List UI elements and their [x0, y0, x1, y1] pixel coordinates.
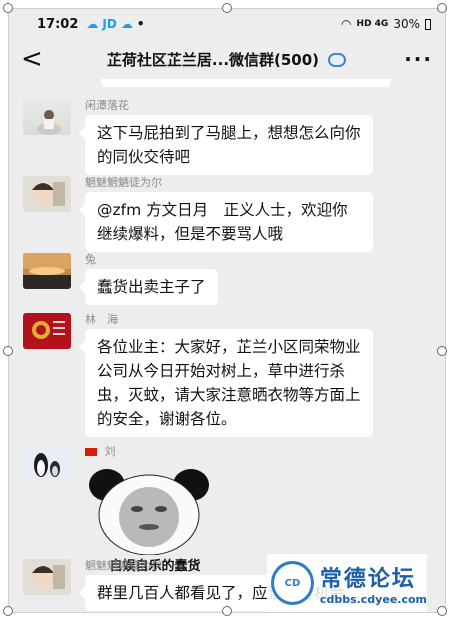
- avatar[interactable]: [23, 313, 71, 349]
- avatar[interactable]: [23, 176, 71, 212]
- avatar-image: [23, 253, 71, 289]
- previous-bubble-fragment: [101, 79, 391, 87]
- signal-label: HD 4G: [356, 19, 389, 29]
- status-time: 17:02: [37, 16, 79, 32]
- qq-icon: ☁: [86, 17, 99, 31]
- handle-top-center[interactable]: [222, 3, 232, 13]
- status-dot: •: [136, 17, 145, 31]
- chat-title-text: 芷荷社区芷兰居...微信群(500): [106, 50, 320, 69]
- flag-icon: [85, 448, 97, 456]
- battery-icon: [425, 18, 431, 30]
- avatar[interactable]: [23, 559, 71, 595]
- handle-bottom-center[interactable]: [222, 606, 232, 616]
- sender-name: 兔: [85, 253, 96, 266]
- watermark-url: cdbbs.cdyee.com: [319, 592, 427, 606]
- group-chat-icon: [328, 53, 347, 67]
- message-bubble[interactable]: 蠢货出卖主子了: [79, 269, 218, 305]
- avatar-image: [23, 445, 71, 481]
- handle-top-left[interactable]: [3, 3, 13, 13]
- handle-mid-right[interactable]: [437, 346, 447, 356]
- message-bubble[interactable]: 这下马屁拍到了马腿上，想想怎么向你的同伙交待吧: [79, 115, 373, 175]
- chat-history[interactable]: 闲潭落花 这下马屁拍到了马腿上，想想怎么向你的同伙交待吧 魍魅魍魉徒为尔 @zf…: [9, 79, 445, 612]
- avatar[interactable]: [23, 253, 71, 289]
- sender-name: 林 海: [85, 313, 118, 326]
- sender-name: 刘: [104, 445, 116, 458]
- chat-title: 芷荷社区芷兰居...微信群(500): [49, 49, 404, 70]
- status-notifications: ☁ JD ☁ •: [86, 17, 144, 31]
- avatar[interactable]: [23, 445, 71, 481]
- forum-logo-icon: CD: [271, 561, 314, 605]
- watermark-title: 常德论坛: [319, 565, 416, 592]
- handle-top-right[interactable]: [437, 3, 447, 13]
- status-bar: 17:02 ☁ JD ☁ • ◠ HD 4G 30%: [9, 9, 445, 39]
- qq-icon: ☁: [120, 17, 133, 31]
- avatar-image: [37, 110, 61, 135]
- battery-text: 30%: [393, 17, 420, 31]
- avatar-image: [23, 313, 71, 349]
- message-text: 蠢货出卖主子了: [97, 278, 206, 296]
- message-text: 这下马屁拍到了马腿上，想想怎么向你的同伙交待吧: [97, 124, 361, 166]
- wifi-icon: ◠: [341, 17, 352, 31]
- message-bubble[interactable]: 各位业主：大家好，芷兰小区同荣物业公司从今日开始对树上，草中进行杀虫，灭蚊，请大…: [79, 329, 373, 437]
- avatar-image: [23, 176, 71, 212]
- avatar-image: [23, 559, 71, 595]
- status-right: ◠ HD 4G 30%: [341, 17, 431, 31]
- panda-face-icon: [89, 469, 209, 556]
- message-item: 魍魅魍魉徒为尔 @zfm 方文日月 正义人士，欢迎你继续爆料，但是不要骂人哦: [23, 176, 431, 252]
- status-jd: JD: [102, 17, 117, 31]
- phone-screen: 17:02 ☁ JD ☁ • ◠ HD 4G 30% < 芷荷社区芷兰居...微…: [8, 8, 446, 613]
- handle-bottom-left[interactable]: [3, 606, 13, 616]
- sender-row: 刘: [85, 445, 225, 461]
- message-text: @zfm 方文日月 正义人士，欢迎你继续爆料，但是不要骂人哦: [97, 201, 348, 243]
- message-item: 兔 蠢货出卖主子了: [23, 253, 431, 305]
- site-watermark: CD 常德论坛 cdbbs.cdyee.com: [267, 554, 427, 612]
- message-text: 各位业主：大家好，芷兰小区同荣物业公司从今日开始对树上，草中进行杀虫，灭蚊，请大…: [97, 338, 361, 428]
- handle-mid-left[interactable]: [3, 346, 13, 356]
- more-button[interactable]: ···: [404, 47, 433, 71]
- avatar[interactable]: [23, 99, 71, 135]
- sender-name: 魍魅魍魉徒为尔: [85, 176, 162, 189]
- message-item: 林 海 各位业主：大家好，芷兰小区同荣物业公司从今日开始对树上，草中进行杀虫，灭…: [23, 313, 431, 437]
- chat-header: < 芷荷社区芷兰居...微信群(500) ···: [9, 39, 445, 79]
- sender-name: 闲潭落花: [85, 99, 129, 112]
- message-item: 闲潭落花 这下马屁拍到了马腿上，想想怎么向你的同伙交待吧: [23, 99, 431, 175]
- panda-meme-sticker[interactable]: [85, 463, 213, 556]
- handle-bottom-right[interactable]: [437, 606, 447, 616]
- message-bubble[interactable]: @zfm 方文日月 正义人士，欢迎你继续爆料，但是不要骂人哦: [79, 192, 373, 252]
- back-button[interactable]: <: [21, 46, 49, 72]
